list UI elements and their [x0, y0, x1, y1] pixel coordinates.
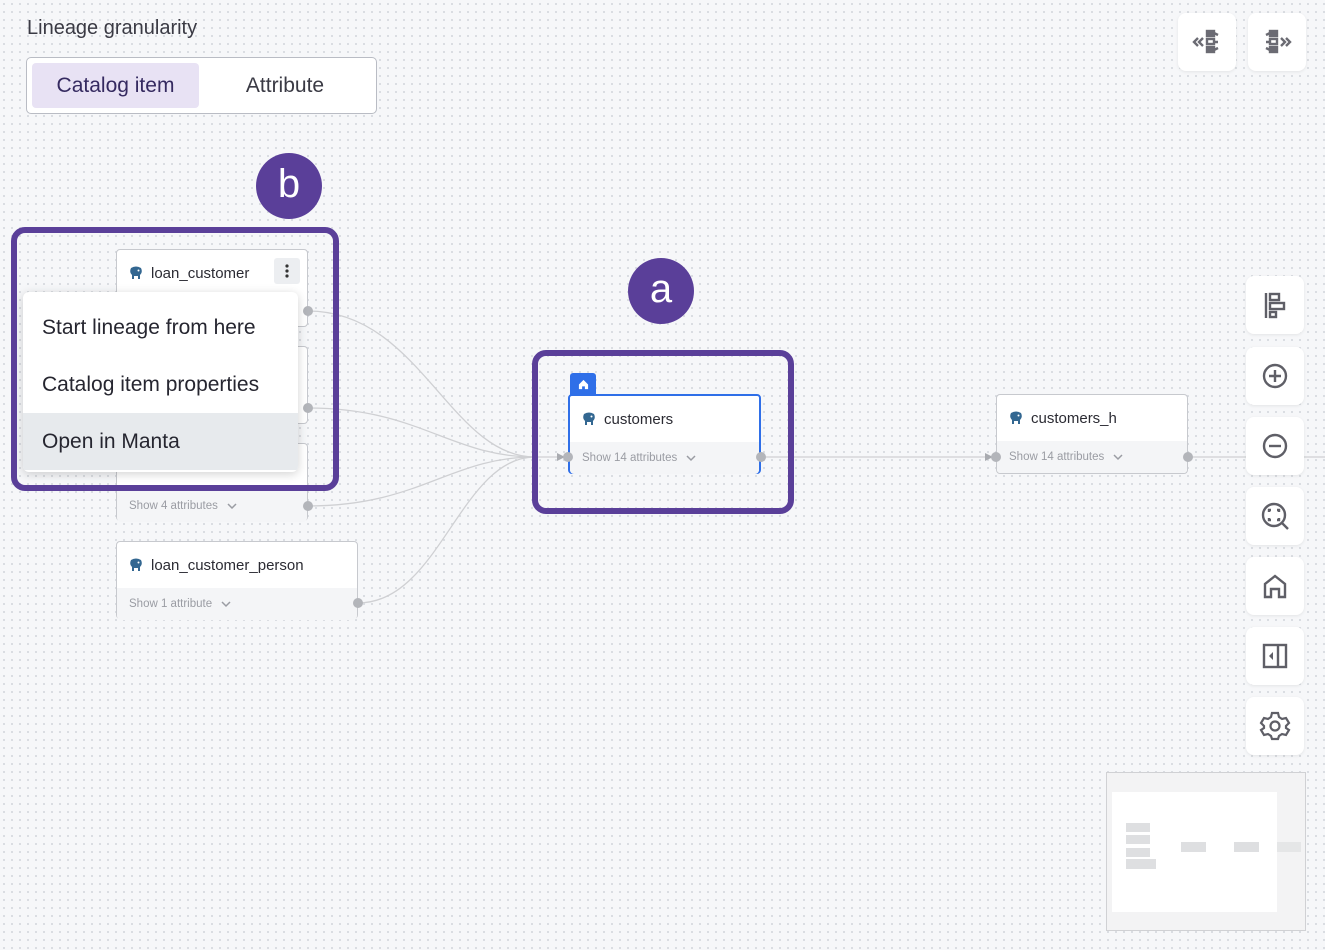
node-loan-customer-person[interactable]: loan_customer_person Show 1 attribute: [116, 541, 358, 620]
settings-icon: [1259, 711, 1291, 741]
fit-view-button[interactable]: [1246, 487, 1304, 545]
expand-upstream-icon: [1192, 29, 1219, 54]
attributes-count: Show 4 attributes: [129, 500, 218, 512]
attributes-count: Show 1 attribute: [129, 598, 213, 610]
node-title: customers: [604, 410, 674, 428]
granularity-catalog-item[interactable]: Catalog item: [32, 63, 199, 108]
node-output-port[interactable]: [353, 598, 363, 608]
home-icon: [578, 379, 588, 389]
node-input-port[interactable]: [991, 452, 1001, 462]
node-output-port[interactable]: [303, 501, 313, 511]
collapse-panel-icon: [1262, 643, 1288, 669]
expand-downstream-icon: [1265, 29, 1292, 54]
more-vertical-icon: [285, 264, 289, 278]
node-output-port[interactable]: [303, 403, 313, 413]
node-output-port[interactable]: [756, 452, 766, 462]
zoom-in-button[interactable]: [1246, 347, 1304, 405]
zoom-out-button[interactable]: [1246, 417, 1304, 475]
menu-item-start-lineage[interactable]: Start lineage from here: [23, 299, 298, 356]
postgres-icon: [583, 412, 595, 425]
edge-node2-to-customers: [307, 407, 536, 458]
granularity-toggle: Catalog item Attribute: [26, 57, 377, 114]
node-title: loan_customer_person: [151, 556, 304, 574]
minimap-node: [1126, 859, 1156, 869]
home-node-badge: [570, 373, 596, 395]
chevron-down-icon: [221, 601, 231, 608]
node-menu-button[interactable]: [274, 258, 300, 284]
lineage-canvas[interactable]: Lineage granularity Catalog item Attribu…: [0, 0, 1325, 950]
fit-view-icon: [1261, 502, 1289, 530]
minimap-node: [1277, 842, 1301, 852]
zoom-out-icon: [1262, 433, 1288, 459]
attributes-toggle[interactable]: Show 14 attributes: [997, 441, 1187, 473]
auto-layout-button[interactable]: [1246, 276, 1304, 334]
node-input-port[interactable]: [563, 452, 573, 462]
minimap-node: [1126, 848, 1150, 857]
auto-layout-icon: [1264, 292, 1286, 319]
node-customers-h[interactable]: customers_h Show 14 attributes: [996, 394, 1188, 474]
postgres-icon: [1010, 411, 1022, 424]
chevron-down-icon: [1113, 454, 1123, 461]
node-header: customers_h: [997, 395, 1187, 441]
menu-item-catalog-properties[interactable]: Catalog item properties: [23, 356, 298, 413]
postgres-icon: [130, 558, 142, 571]
home-icon: [1263, 574, 1287, 599]
expand-upstream-button[interactable]: [1178, 13, 1236, 71]
annotation-badge-a: a: [628, 258, 694, 324]
node-header: customers: [570, 396, 759, 442]
minimap-node: [1234, 842, 1259, 852]
granularity-label: Lineage granularity: [27, 17, 198, 39]
home-button[interactable]: [1246, 557, 1304, 615]
node-output-port[interactable]: [303, 306, 313, 316]
attributes-toggle[interactable]: Show 1 attribute: [117, 588, 357, 620]
edge-loan-customer-to-customers: [307, 310, 536, 458]
node-header: loan_customer_person: [117, 542, 357, 588]
collapse-panel-button[interactable]: [1246, 627, 1304, 685]
edge-node3-to-customers: [307, 456, 536, 507]
node-title: customers_h: [1031, 409, 1117, 427]
granularity-attribute[interactable]: Attribute: [199, 63, 371, 108]
attributes-count: Show 14 attributes: [582, 452, 678, 464]
minimap-node: [1126, 823, 1150, 832]
expand-downstream-button[interactable]: [1248, 13, 1306, 71]
attributes-count: Show 14 attributes: [1009, 451, 1105, 463]
chevron-down-icon: [686, 455, 696, 462]
attributes-toggle[interactable]: Show 4 attributes: [117, 490, 307, 522]
node-customers[interactable]: customers Show 14 attributes: [568, 394, 761, 474]
annotation-badge-b: b: [256, 153, 322, 219]
edge-person-to-customers: [357, 456, 536, 604]
menu-item-open-in-manta[interactable]: Open in Manta: [23, 413, 298, 470]
settings-button[interactable]: [1246, 697, 1304, 755]
minimap-node: [1126, 835, 1150, 844]
minimap[interactable]: [1106, 772, 1306, 931]
node-title: loan_customer: [151, 264, 250, 282]
postgres-icon: [130, 266, 142, 279]
attributes-toggle[interactable]: Show 14 attributes: [570, 442, 759, 474]
minimap-node: [1181, 842, 1206, 852]
zoom-in-icon: [1262, 363, 1288, 389]
node-output-port[interactable]: [1183, 452, 1193, 462]
chevron-down-icon: [227, 503, 237, 510]
node-context-menu: Start lineage from here Catalog item pro…: [23, 292, 298, 472]
